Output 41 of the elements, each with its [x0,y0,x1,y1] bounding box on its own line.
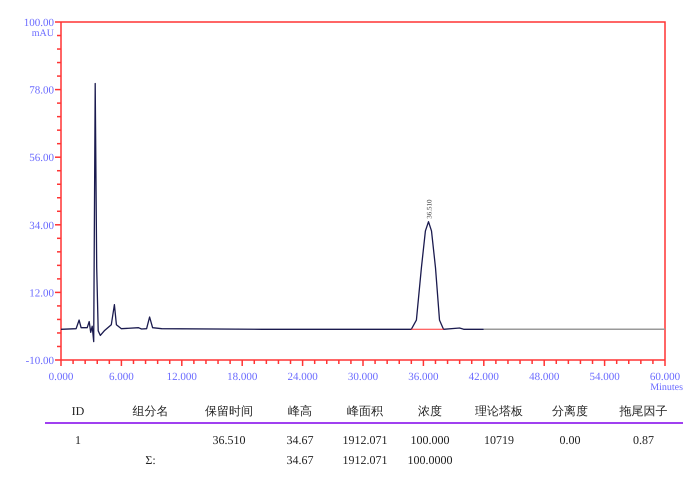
column-header: 拖尾因子 [620,402,668,420]
table-cell: 34.67 [286,452,314,468]
axis-tick-label: 12.000 [166,371,197,383]
column-header: 组分名 [132,402,168,420]
axis-tick-label: 34.00 [29,220,54,232]
axis-tick-label: 12.00 [29,287,54,300]
table-cell: 0.87 [633,432,654,448]
axis-tick-label: -10.00 [26,355,54,367]
table-cell: 36.510 [212,432,246,448]
axis-tick-label: 24.000 [287,371,318,383]
column-header: ID [72,404,84,418]
table-cell: 1912.071 [342,432,388,448]
axis-tick-label: 36.000 [408,371,439,383]
table-cell: 34.67 [286,432,314,448]
column-header: 保留时间 [205,402,253,420]
axis-tick-label: 6.000 [109,371,134,383]
table-cell: Σ: [145,452,156,468]
axis-title: mAU [32,28,54,39]
axis-tick-label: 48.000 [529,371,560,383]
table-cell: 1 [75,432,81,448]
axis-tick-label: 60.000 [650,371,680,383]
column-header: 分离度 [552,402,588,420]
axis-tick-label: 100.00 [24,17,54,29]
axis-tick-label: 18.000 [227,371,258,383]
column-header: 峰高 [288,402,312,420]
table-cell: 10719 [484,432,514,448]
axis-tick-label: 30.000 [348,371,378,383]
axis-tick-label: 0.000 [48,371,74,383]
table-cell: 0.00 [560,432,580,448]
table-cell: 100.0000 [408,452,452,468]
column-header: 峰面积 [347,402,383,420]
column-header: 浓度 [418,402,442,420]
integration-baseline [410,328,444,330]
axis-title: Minutes [650,382,683,393]
axis-tick-label: 42.000 [468,371,499,383]
axis-tick-label: 56.00 [29,152,54,164]
table-cell: 1912.071 [342,452,388,468]
table-cell: 100.000 [410,432,450,448]
axis-tick-label: 78.00 [29,84,54,97]
column-header: 理论塔板 [475,402,523,420]
axis-tick-label: 54.000 [589,371,620,383]
